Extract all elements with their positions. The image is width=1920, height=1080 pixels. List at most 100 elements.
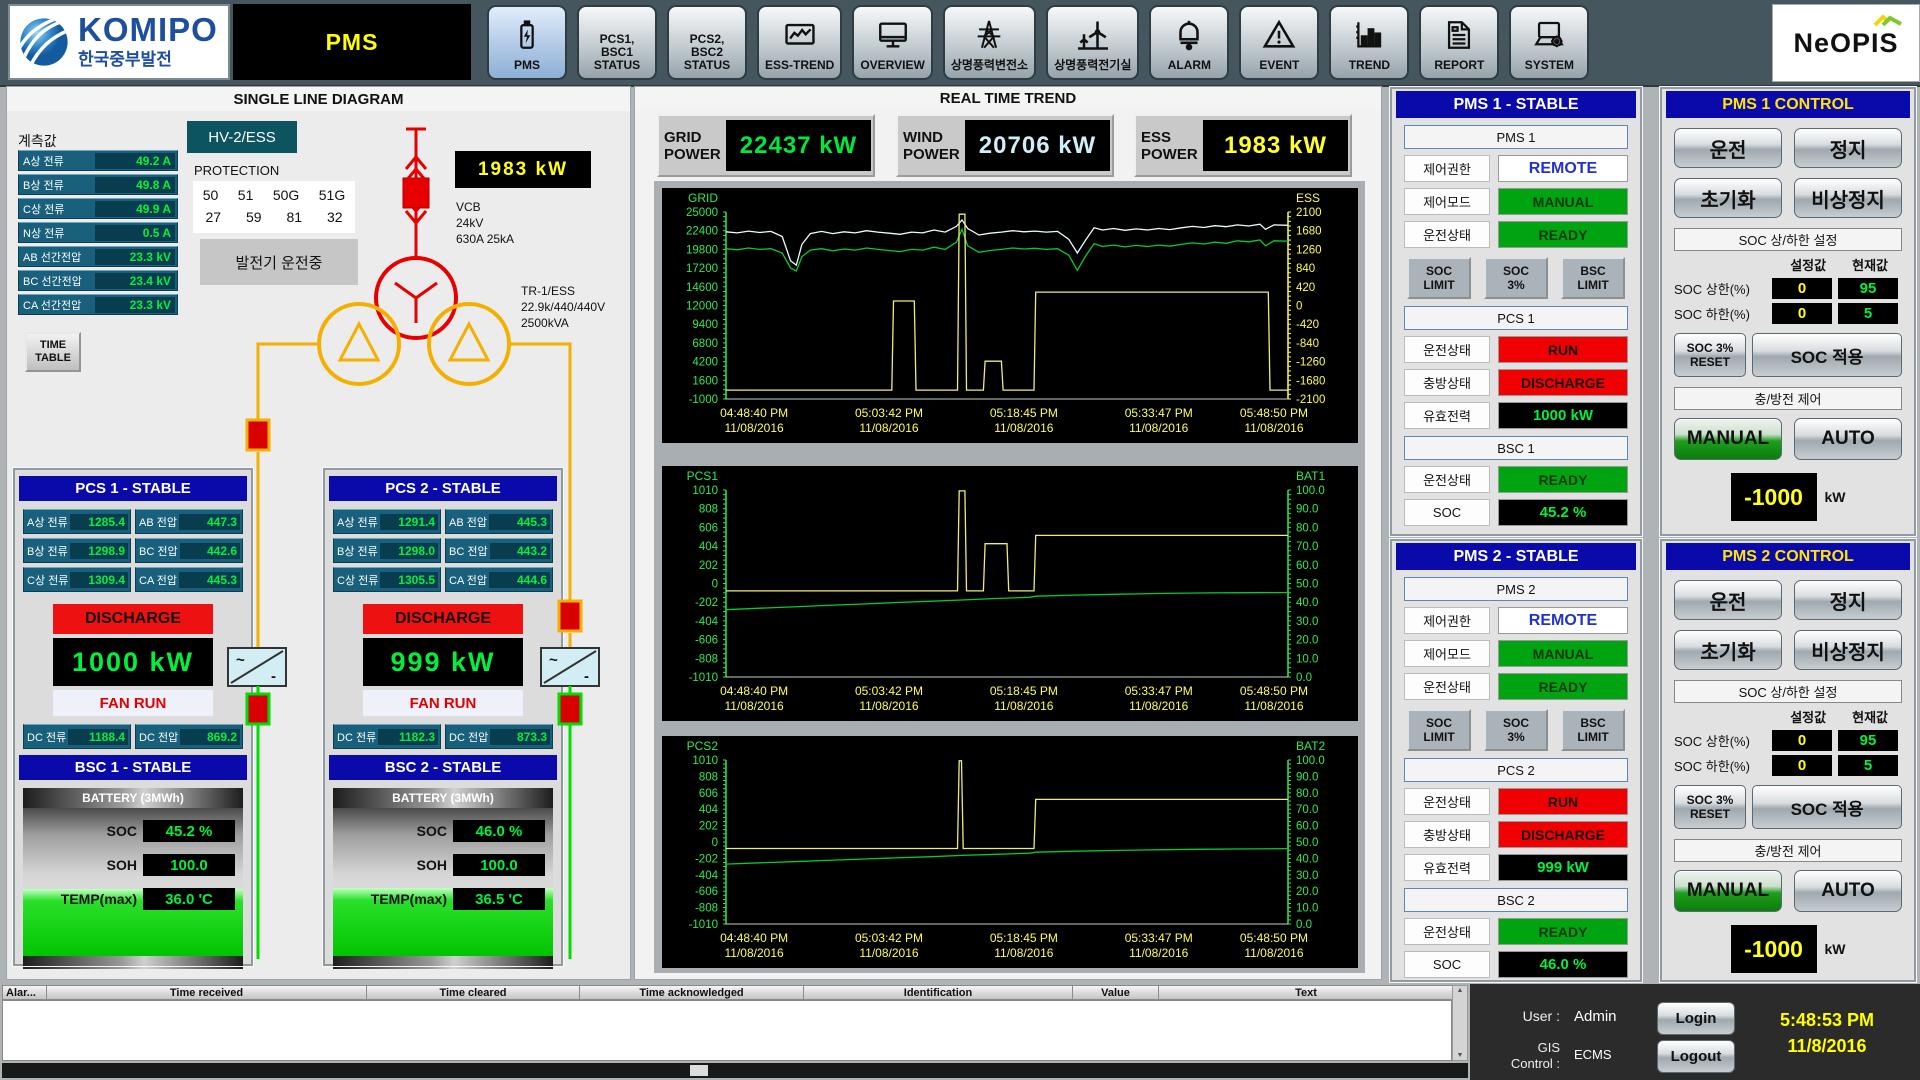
nav-button-trend[interactable]: TREND	[1329, 5, 1409, 80]
nav-button-system[interactable]: SYSTEM	[1509, 5, 1589, 80]
status-row: 제어모드MANUAL	[1404, 640, 1628, 667]
time-table-button[interactable]: TIME TABLE	[25, 332, 81, 372]
scrollbar-thumb[interactable]	[690, 1065, 708, 1076]
svg-text:606: 606	[699, 522, 718, 534]
alarm-horizontal-scrollbar[interactable]	[2, 1063, 1468, 1078]
soc-limit-button[interactable]: SOC LIMIT	[1407, 709, 1471, 751]
ess-power-label: ESS POWER	[1138, 129, 1203, 163]
svg-text:05:33:47 PM: 05:33:47 PM	[1125, 931, 1193, 945]
pcs-measurement: DC 전압869.2	[135, 724, 243, 749]
soc-upper-setpoint[interactable]: 0	[1772, 730, 1832, 751]
initialize-button[interactable]: 초기화	[1674, 178, 1782, 218]
alarm-column-alar-[interactable]: Alar...	[2, 985, 47, 1000]
user-label: User :	[1480, 1008, 1560, 1024]
hv-feeder-label: HV-2/ESS	[187, 121, 297, 153]
nav-button-alarm[interactable]: ALARM	[1149, 5, 1229, 80]
svg-text:19800: 19800	[686, 244, 718, 256]
protection-relay-code: 51	[238, 187, 254, 203]
status-row: SOC46.0 %	[1404, 951, 1628, 978]
status-row: 제어모드MANUAL	[1404, 188, 1628, 215]
komipo-logo: KOMIPO 한국중부발전	[8, 4, 230, 80]
nav-button-ess-trend[interactable]: ESS-TREND	[757, 5, 842, 80]
svg-text:202: 202	[699, 821, 718, 833]
soc-3pct-reset-button[interactable]: SOC 3% RESET	[1674, 333, 1746, 377]
svg-text:40.0: 40.0	[1296, 597, 1318, 609]
measurement-label: CA 선간전압	[19, 297, 95, 313]
pcs1-bat1-chart: PCS1BAT110108086064042020-202-404-606-80…	[662, 466, 1358, 721]
run-button[interactable]: 운전	[1674, 580, 1782, 620]
nav-button-label: SYSTEM	[1525, 59, 1574, 75]
ess-power-box: ESS POWER 1983 kW	[1134, 114, 1352, 177]
status-row: 운전상태RUN	[1404, 336, 1628, 363]
power-setpoint-value[interactable]: -1000	[1731, 925, 1817, 973]
svg-text:-202: -202	[695, 853, 718, 865]
group-title: PMS 1	[1404, 125, 1628, 149]
soc-upper-setpoint[interactable]: 0	[1772, 278, 1832, 299]
run-button[interactable]: 운전	[1674, 128, 1782, 168]
power-setpoint-value[interactable]: -1000	[1731, 473, 1817, 521]
nav-button-상명풍력변전소[interactable]: 상명풍력변전소	[943, 5, 1036, 80]
alarm-column-identification[interactable]: Identification	[804, 985, 1073, 1000]
nav-button-pms[interactable]: PMS	[487, 5, 567, 80]
svg-text:202: 202	[699, 560, 718, 572]
soc-limit-button[interactable]: SOC LIMIT	[1407, 257, 1471, 299]
vcb-breaker[interactable]	[403, 178, 429, 208]
stop-button[interactable]: 정지	[1794, 128, 1902, 168]
alarm-column-text[interactable]: Text	[1159, 985, 1454, 1000]
nav-button-label: TREND	[1349, 59, 1390, 75]
pcs1-ac-breaker[interactable]	[247, 420, 269, 450]
nav-button-상명풍력전기실[interactable]: 상명풍력전기실	[1046, 5, 1139, 80]
measurement-label: N상 전류	[19, 225, 95, 241]
grid-ess-chart: GRIDESS250002240019800172001460012000940…	[662, 188, 1358, 443]
alarm-column-value[interactable]: Value	[1073, 985, 1159, 1000]
auto-mode-button[interactable]: AUTO	[1794, 418, 1902, 460]
pcs-measurement: DC 전류1188.4	[23, 724, 131, 749]
soc-lower-current: 5	[1838, 755, 1898, 776]
logout-button[interactable]: Logout	[1657, 1040, 1735, 1073]
manual-mode-button[interactable]: MANUAL	[1674, 418, 1782, 460]
svg-text:1010: 1010	[692, 755, 718, 767]
nav-button-overview[interactable]: OVERVIEW	[852, 5, 932, 80]
alarm-list[interactable]	[2, 1000, 1452, 1061]
status-value: 1000 kW	[1498, 402, 1628, 429]
manual-mode-button[interactable]: MANUAL	[1674, 870, 1782, 912]
nav-button-pcs1-[interactable]: PCS1, BSC1 STATUS	[577, 5, 657, 80]
pcs-measurement: BC 전압443.2	[445, 538, 553, 563]
vcb-note: VCB 24kV 630A 25kA	[456, 199, 514, 247]
soc-lower-setpoint[interactable]: 0	[1772, 303, 1832, 324]
pcs-dc-measurements: DC 전류1182.3DC 전압873.3	[333, 724, 553, 749]
login-button[interactable]: Login	[1657, 1002, 1735, 1035]
nav-button-event[interactable]: EVENT	[1239, 5, 1319, 80]
alarm-column-time-cleared[interactable]: Time cleared	[367, 985, 580, 1000]
alarm-column-time-acknowledged[interactable]: Time acknowledged	[580, 985, 804, 1000]
status-value: 999 kW	[1498, 854, 1628, 881]
soc-limit-button[interactable]: SOC 3%	[1484, 257, 1548, 299]
svg-text:50.0: 50.0	[1296, 837, 1318, 849]
soc-3pct-reset-button[interactable]: SOC 3% RESET	[1674, 785, 1746, 829]
nav-button-pcs2-[interactable]: PCS2, BSC2 STATUS	[667, 5, 747, 80]
svg-text:11/08/2016: 11/08/2016	[725, 699, 784, 713]
svg-text:11/08/2016: 11/08/2016	[1244, 421, 1303, 435]
svg-text:ESS: ESS	[1296, 191, 1320, 205]
nav-button-label: PCS1, BSC1 STATUS	[594, 33, 640, 75]
soc-limit-button[interactable]: SOC 3%	[1484, 709, 1548, 751]
stop-button[interactable]: 정지	[1794, 580, 1902, 620]
soc-limit-button[interactable]: BSC LIMIT	[1561, 709, 1625, 751]
soc-apply-button[interactable]: SOC 적용	[1752, 333, 1902, 377]
wind-power-box: WIND POWER 20706 kW	[896, 114, 1114, 177]
soc-apply-button[interactable]: SOC 적용	[1752, 785, 1902, 829]
soc-lower-setpoint[interactable]: 0	[1772, 755, 1832, 776]
alarm-vertical-scrollbar[interactable]: ▲▼	[1452, 985, 1468, 1061]
pcs-measurement: CA 전압445.3	[135, 567, 243, 592]
alarm-column-time-received[interactable]: Time received	[47, 985, 367, 1000]
monitor-icon	[875, 10, 911, 59]
transformer-note: TR-1/ESS 22.9k/440/440V 2500kVA	[521, 283, 605, 331]
svg-text:606: 606	[699, 788, 718, 800]
emergency-stop-button[interactable]: 비상정지	[1794, 630, 1902, 670]
measurement-row: N상 전류0.5 A	[18, 222, 178, 243]
nav-button-report[interactable]: REPORT	[1419, 5, 1499, 80]
initialize-button[interactable]: 초기화	[1674, 630, 1782, 670]
soc-limit-button[interactable]: BSC LIMIT	[1561, 257, 1625, 299]
emergency-stop-button[interactable]: 비상정지	[1794, 178, 1902, 218]
auto-mode-button[interactable]: AUTO	[1794, 870, 1902, 912]
